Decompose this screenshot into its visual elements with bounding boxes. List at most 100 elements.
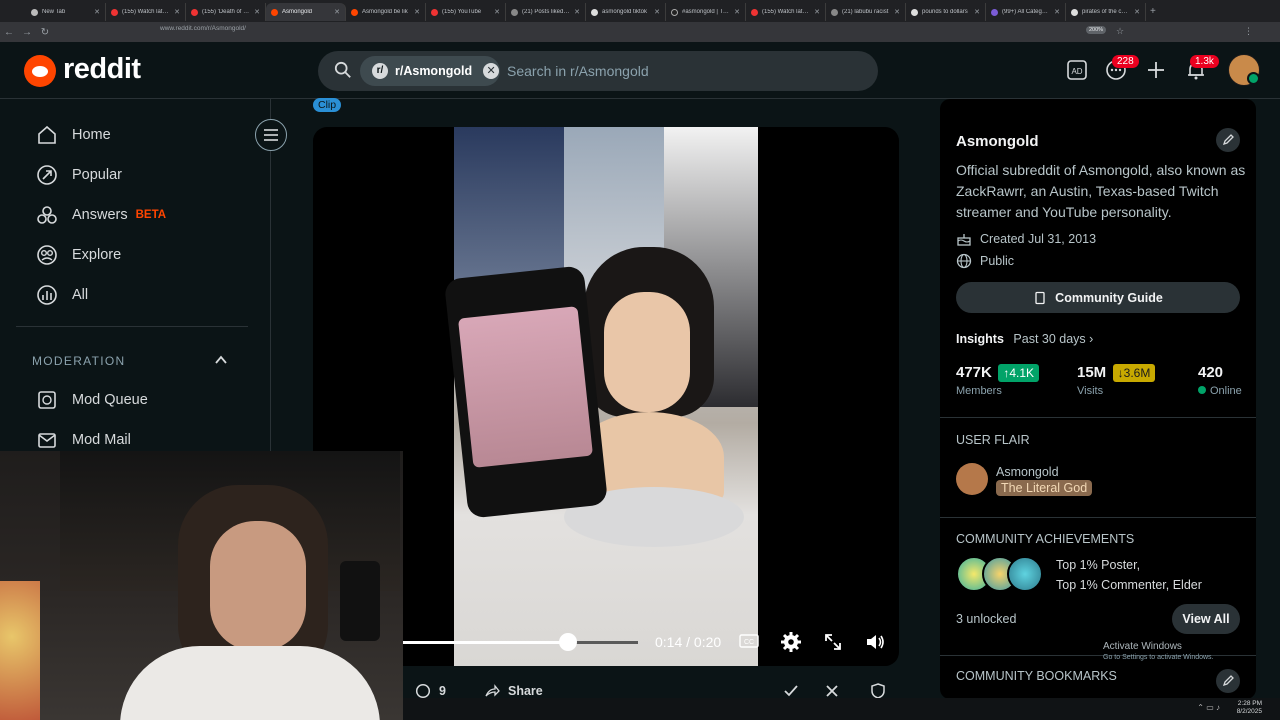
mod-queue-icon bbox=[38, 391, 56, 409]
close-icon[interactable]: ✕ bbox=[254, 8, 260, 16]
close-icon[interactable]: ✕ bbox=[814, 8, 820, 16]
browser-tab[interactable]: (21) labubu racist ✕ bbox=[826, 3, 906, 21]
sidebar-item-answers[interactable]: Answers BETA bbox=[36, 203, 166, 227]
reddit-logo-icon[interactable] bbox=[24, 55, 56, 87]
browser-address-bar: ← → ↻ www.reddit.com/r/Asmongold/ 200% ☆… bbox=[0, 22, 1280, 42]
url-field[interactable]: www.reddit.com/r/Asmongold/ bbox=[160, 25, 246, 32]
browser-tab[interactable]: (99+) All Categorie ✕ bbox=[986, 3, 1066, 21]
insights-link[interactable]: Insights Past 30 days › bbox=[956, 332, 1093, 346]
browser-tab[interactable]: (21) Posts liked by ✕ bbox=[506, 3, 586, 21]
browser-tab[interactable]: (155) Watch later - ✕ bbox=[106, 3, 186, 21]
user-avatar[interactable] bbox=[1228, 54, 1260, 86]
svg-text:CC: CC bbox=[744, 639, 754, 646]
view-all-button[interactable]: View All bbox=[1172, 604, 1240, 634]
cake-icon bbox=[957, 234, 971, 246]
remove-x-icon[interactable] bbox=[824, 683, 840, 699]
browser-tab[interactable]: pirates of the carib ✕ bbox=[1066, 3, 1146, 21]
menu-dots-icon[interactable]: ⋮ bbox=[1244, 26, 1253, 37]
browser-tab[interactable]: #asmongold | TikTo ✕ bbox=[666, 3, 746, 21]
close-icon[interactable]: ✕ bbox=[494, 8, 500, 16]
close-icon[interactable]: ✕ bbox=[894, 8, 900, 16]
flair-username[interactable]: Asmongold bbox=[996, 465, 1059, 479]
sidebar-item-popular[interactable]: Popular bbox=[36, 163, 122, 187]
sidebar-item-mod-queue[interactable]: Mod Queue bbox=[36, 388, 148, 412]
approve-check-icon[interactable] bbox=[783, 683, 799, 699]
browser-tab[interactable]: (155) YouTube ✕ bbox=[426, 3, 506, 21]
close-icon[interactable]: ✕ bbox=[654, 8, 660, 16]
community-guide-button[interactable]: Community Guide bbox=[956, 282, 1240, 313]
create-post-plus-icon[interactable] bbox=[1145, 59, 1167, 81]
close-icon[interactable]: ✕ bbox=[94, 8, 100, 16]
zoom-level[interactable]: 200% bbox=[1086, 26, 1107, 34]
browser-tab[interactable]: (155) Watch later - ✕ bbox=[746, 3, 826, 21]
video-phone-screen bbox=[457, 306, 593, 468]
search-input[interactable]: Search in r/Asmongold bbox=[507, 63, 649, 79]
search-bar[interactable]: r/ r/Asmongold ✕ Search in r/Asmongold bbox=[318, 51, 878, 91]
seek-handle[interactable] bbox=[558, 633, 577, 651]
browser-tab[interactable]: asmongold tiktok ✕ bbox=[586, 3, 666, 21]
system-tray-icons[interactable]: ⌃ ▭ ♪ bbox=[1197, 703, 1220, 712]
chevron-up-icon[interactable] bbox=[214, 353, 228, 367]
sidebar-item-explore[interactable]: Explore bbox=[36, 243, 121, 267]
tab-title: pirates of the carib bbox=[1082, 9, 1131, 15]
close-icon[interactable]: ✕ bbox=[414, 8, 420, 16]
captions-cc-icon[interactable]: CC bbox=[738, 630, 760, 652]
moderation-section-header[interactable]: MODERATION bbox=[32, 354, 125, 368]
visits-stat: 15M ↓3.6M Visits bbox=[1077, 364, 1156, 397]
close-icon[interactable]: ✕ bbox=[734, 8, 740, 16]
reload-icon[interactable]: ↻ bbox=[36, 27, 54, 38]
fullscreen-expand-icon[interactable] bbox=[822, 631, 844, 653]
user-flair-chip[interactable]: The Literal God bbox=[996, 480, 1093, 496]
browser-tab[interactable]: pounds to dollars ✕ bbox=[906, 3, 986, 21]
close-icon[interactable]: ✕ bbox=[334, 8, 340, 16]
browser-tab-active[interactable]: Asmongold ✕ bbox=[266, 3, 346, 21]
mod-shield-icon[interactable] bbox=[870, 683, 886, 699]
reddit-wordmark[interactable]: reddit bbox=[63, 53, 141, 86]
edit-pencil-icon[interactable] bbox=[1216, 669, 1240, 693]
clear-chip-icon[interactable]: ✕ bbox=[483, 63, 500, 79]
settings-gear-icon[interactable] bbox=[780, 631, 802, 653]
sidebar-item-home[interactable]: Home bbox=[36, 123, 111, 147]
close-icon[interactable]: ✕ bbox=[1054, 8, 1060, 16]
browser-tab[interactable]: Asmongold be lik ✕ bbox=[346, 3, 426, 21]
activate-windows-subtitle: Go to Settings to activate Windows. bbox=[1103, 654, 1214, 661]
popular-arrow-icon bbox=[37, 165, 57, 185]
community-name[interactable]: Asmongold bbox=[956, 133, 1039, 150]
close-icon[interactable]: ✕ bbox=[174, 8, 180, 16]
close-icon[interactable]: ✕ bbox=[1134, 8, 1140, 16]
video-frame[interactable] bbox=[443, 127, 758, 666]
post-flair[interactable]: Clip bbox=[313, 98, 342, 112]
online-stat: 420 Online bbox=[1198, 364, 1242, 397]
forward-icon[interactable]: → bbox=[18, 27, 36, 38]
flair-avatar[interactable] bbox=[956, 463, 988, 495]
online-label: Online bbox=[1210, 385, 1242, 397]
sidebar-item-mod-mail[interactable]: Mod Mail bbox=[36, 428, 131, 452]
edit-pencil-icon[interactable] bbox=[1216, 128, 1240, 152]
collapse-sidebar-menu-button[interactable] bbox=[255, 119, 287, 151]
sidebar-item-label: Mod Mail bbox=[72, 432, 131, 448]
members-label: Members bbox=[956, 385, 1002, 397]
user-flair-header: USER FLAIR bbox=[956, 433, 1030, 447]
browser-tab[interactable]: New Tab ✕ bbox=[26, 3, 106, 21]
advertise-icon[interactable]: AD bbox=[1066, 59, 1088, 81]
taskbar-clock[interactable]: 2:28 PM 8/2/2025 bbox=[1237, 700, 1262, 716]
close-icon[interactable]: ✕ bbox=[574, 8, 580, 16]
sidebar-item-all[interactable]: All bbox=[36, 283, 88, 307]
bookmark-star-icon[interactable]: ☆ bbox=[1116, 26, 1124, 37]
achievement-badge-icon[interactable] bbox=[1007, 556, 1043, 592]
sidebar-divider bbox=[16, 326, 248, 327]
browser-tab[interactable]: (155) 'Death of a fr ✕ bbox=[186, 3, 266, 21]
community-bookmarks-header: COMMUNITY BOOKMARKS bbox=[956, 669, 1117, 683]
new-tab-plus-icon[interactable]: + bbox=[1150, 6, 1156, 17]
close-icon[interactable]: ✕ bbox=[974, 8, 980, 16]
chevron-right-icon: › bbox=[1089, 332, 1094, 346]
notifications-badge: 1.3k bbox=[1190, 55, 1219, 68]
subreddit-search-chip[interactable]: r/ r/Asmongold ✕ bbox=[360, 56, 500, 86]
video-doll-face bbox=[604, 292, 690, 412]
tab-favicon-icon bbox=[191, 8, 198, 16]
volume-speaker-icon[interactable] bbox=[864, 631, 886, 653]
achievements-unlocked: 3 unlocked bbox=[956, 612, 1017, 626]
back-icon[interactable]: ← bbox=[0, 27, 18, 38]
comment-bubble-icon bbox=[415, 683, 431, 699]
tab-favicon-icon bbox=[911, 8, 918, 16]
